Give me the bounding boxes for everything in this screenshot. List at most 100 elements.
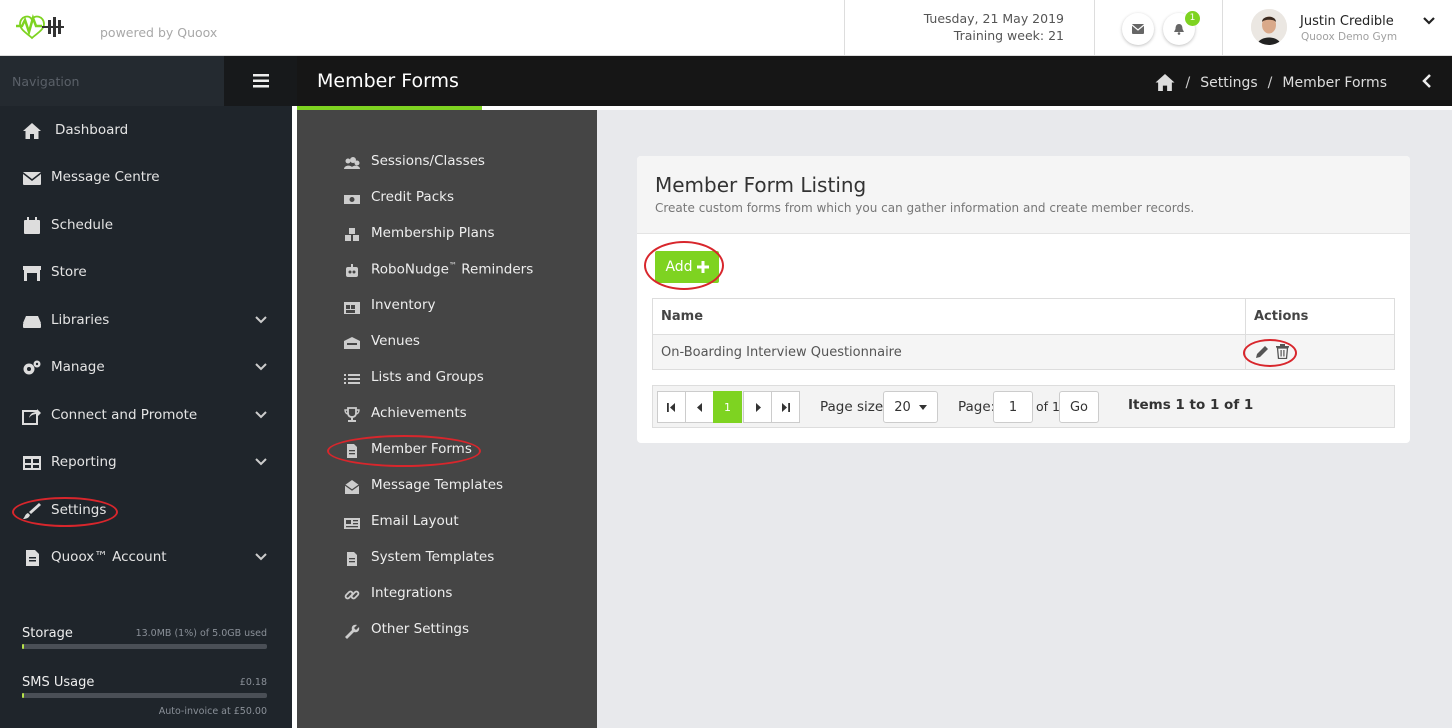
chevron-down-icon[interactable] <box>1423 16 1435 26</box>
highlight-ring <box>1243 339 1297 367</box>
last-page-button[interactable] <box>771 391 800 423</box>
sidebar-item-reporting[interactable]: Reporting <box>0 448 292 478</box>
sidebar-item-dashboard[interactable]: Dashboard <box>0 116 292 146</box>
storage-bar-fill <box>22 644 25 649</box>
chevron-left-icon[interactable] <box>1422 74 1432 88</box>
last-page-icon <box>782 402 790 412</box>
sidebar: Navigation Dashboard Message Centre Sche… <box>0 56 297 728</box>
page-header: Member Forms / Settings / Member Forms <box>297 56 1452 106</box>
powered-by-label: powered by Quoox <box>100 25 218 40</box>
page-of-label: of 1 <box>1036 399 1060 414</box>
chevron-down-icon[interactable] <box>255 410 267 420</box>
submenu-label: Credit Packs <box>371 189 454 205</box>
money-icon <box>344 195 360 204</box>
breadcrumb-separator: / <box>1185 74 1191 91</box>
chevron-down-icon[interactable] <box>255 457 267 467</box>
document-icon <box>26 550 39 566</box>
highlight-ring <box>12 497 118 527</box>
chevron-down-icon[interactable] <box>255 552 267 562</box>
sidebar-item-schedule[interactable]: Schedule <box>0 211 292 241</box>
sidebar-item-store[interactable]: Store <box>0 258 292 288</box>
storage-label: Storage <box>22 626 73 641</box>
messages-button[interactable] <box>1122 13 1154 45</box>
submenu-label-suffix: Reminders <box>456 261 534 278</box>
column-header-actions: Actions <box>1245 298 1395 335</box>
sidebar-item-label: Store <box>51 264 87 280</box>
current-page-button[interactable]: 1 <box>713 391 742 423</box>
home-icon <box>23 123 41 139</box>
submenu-label: RoboNudge™ Reminders <box>371 261 533 278</box>
envelope-icon <box>22 172 42 185</box>
main-content: Member Form Listing Create custom forms … <box>597 110 1452 728</box>
hamburger-icon <box>252 74 269 88</box>
chevron-down-icon[interactable] <box>255 315 267 325</box>
chevron-left-icon <box>696 402 702 412</box>
go-button[interactable]: Go <box>1059 391 1099 423</box>
store-icon <box>23 266 41 281</box>
cubes-icon <box>345 228 359 241</box>
bell-icon <box>1174 24 1184 35</box>
pagination-bar: 1 Page size: 20 Page: 1 of 1 Go Items 1 … <box>652 385 1395 428</box>
submenu-label: Lists and Groups <box>371 369 484 385</box>
training-week: Training week: 21 <box>953 28 1064 43</box>
user-name: Justin Credible <box>1300 14 1394 29</box>
next-page-button[interactable] <box>743 391 772 423</box>
envelope-open-icon <box>344 480 360 494</box>
highlight-ring <box>327 435 481 467</box>
sidebar-item-label: Reporting <box>51 454 117 470</box>
breadcrumb-separator: / <box>1267 74 1273 91</box>
link-icon <box>344 590 360 600</box>
submenu-label: Sessions/Classes <box>371 153 485 169</box>
list-icon <box>344 374 360 384</box>
logo[interactable] <box>12 12 68 42</box>
submenu-label: Achievements <box>371 405 467 421</box>
card-subtitle: Create custom forms from which you can g… <box>655 201 1195 215</box>
file-icon <box>347 552 357 566</box>
sms-bar <box>22 693 267 698</box>
robot-icon <box>346 264 358 277</box>
sidebar-item-label: Schedule <box>51 217 114 233</box>
form-name-cell[interactable]: On-Boarding Interview Questionnaire <box>652 334 1246 370</box>
sms-value: £0.18 <box>239 677 267 688</box>
prev-page-button[interactable] <box>685 391 714 423</box>
sms-bar-fill <box>22 693 25 698</box>
wrench-icon <box>345 624 360 639</box>
users-icon <box>344 157 360 169</box>
submenu-label: Email Layout <box>371 513 459 529</box>
card-header: Member Form Listing Create custom forms … <box>637 156 1410 234</box>
sidebar-item-message-centre[interactable]: Message Centre <box>0 163 292 193</box>
first-page-icon <box>667 402 675 412</box>
sidebar-item-label: Quoox™ Account <box>51 549 167 565</box>
submenu-label: Message Templates <box>371 477 504 493</box>
trophy-icon <box>344 407 360 422</box>
breadcrumb-member-forms: Member Forms <box>1282 74 1387 91</box>
table-icon <box>23 456 41 470</box>
page-input[interactable]: 1 <box>993 391 1033 423</box>
sidebar-item-manage[interactable]: Manage <box>0 353 292 383</box>
breadcrumb-settings[interactable]: Settings <box>1200 75 1257 91</box>
first-page-button[interactable] <box>657 391 686 423</box>
column-header-name[interactable]: Name <box>652 298 1246 335</box>
user-menu[interactable]: Justin Credible Quoox Demo Gym <box>1222 0 1452 56</box>
page-title: Member Forms <box>317 70 459 92</box>
sidebar-item-quoox-account[interactable]: Quoox™ Account <box>0 543 292 573</box>
top-bar: powered by Quoox Tuesday, 21 May 2019 Tr… <box>0 0 1452 56</box>
sidebar-item-label: Manage <box>51 359 105 375</box>
avatar <box>1251 9 1287 45</box>
warehouse-icon <box>344 302 360 314</box>
table-header-row: Name Actions <box>652 298 1395 335</box>
sms-label: SMS Usage <box>22 675 95 690</box>
chevron-down-icon[interactable] <box>255 362 267 372</box>
hamburger-menu-button[interactable] <box>224 56 297 106</box>
sidebar-item-libraries[interactable]: Libraries <box>0 306 292 336</box>
current-date: Tuesday, 21 May 2019 <box>923 11 1064 26</box>
home-icon[interactable] <box>1154 73 1176 92</box>
page-size-select[interactable]: 20 <box>883 391 938 423</box>
sidebar-item-label: Dashboard <box>55 122 129 138</box>
storage-value: 13.0MB (1%) of 5.0GB used <box>135 628 267 639</box>
share-icon <box>22 409 41 425</box>
submenu-label: Other Settings <box>371 621 469 637</box>
sidebar-item-connect-and-promote[interactable]: Connect and Promote <box>0 401 292 431</box>
sidebar-heading: Navigation <box>0 56 224 106</box>
card-title: Member Form Listing <box>655 173 867 197</box>
